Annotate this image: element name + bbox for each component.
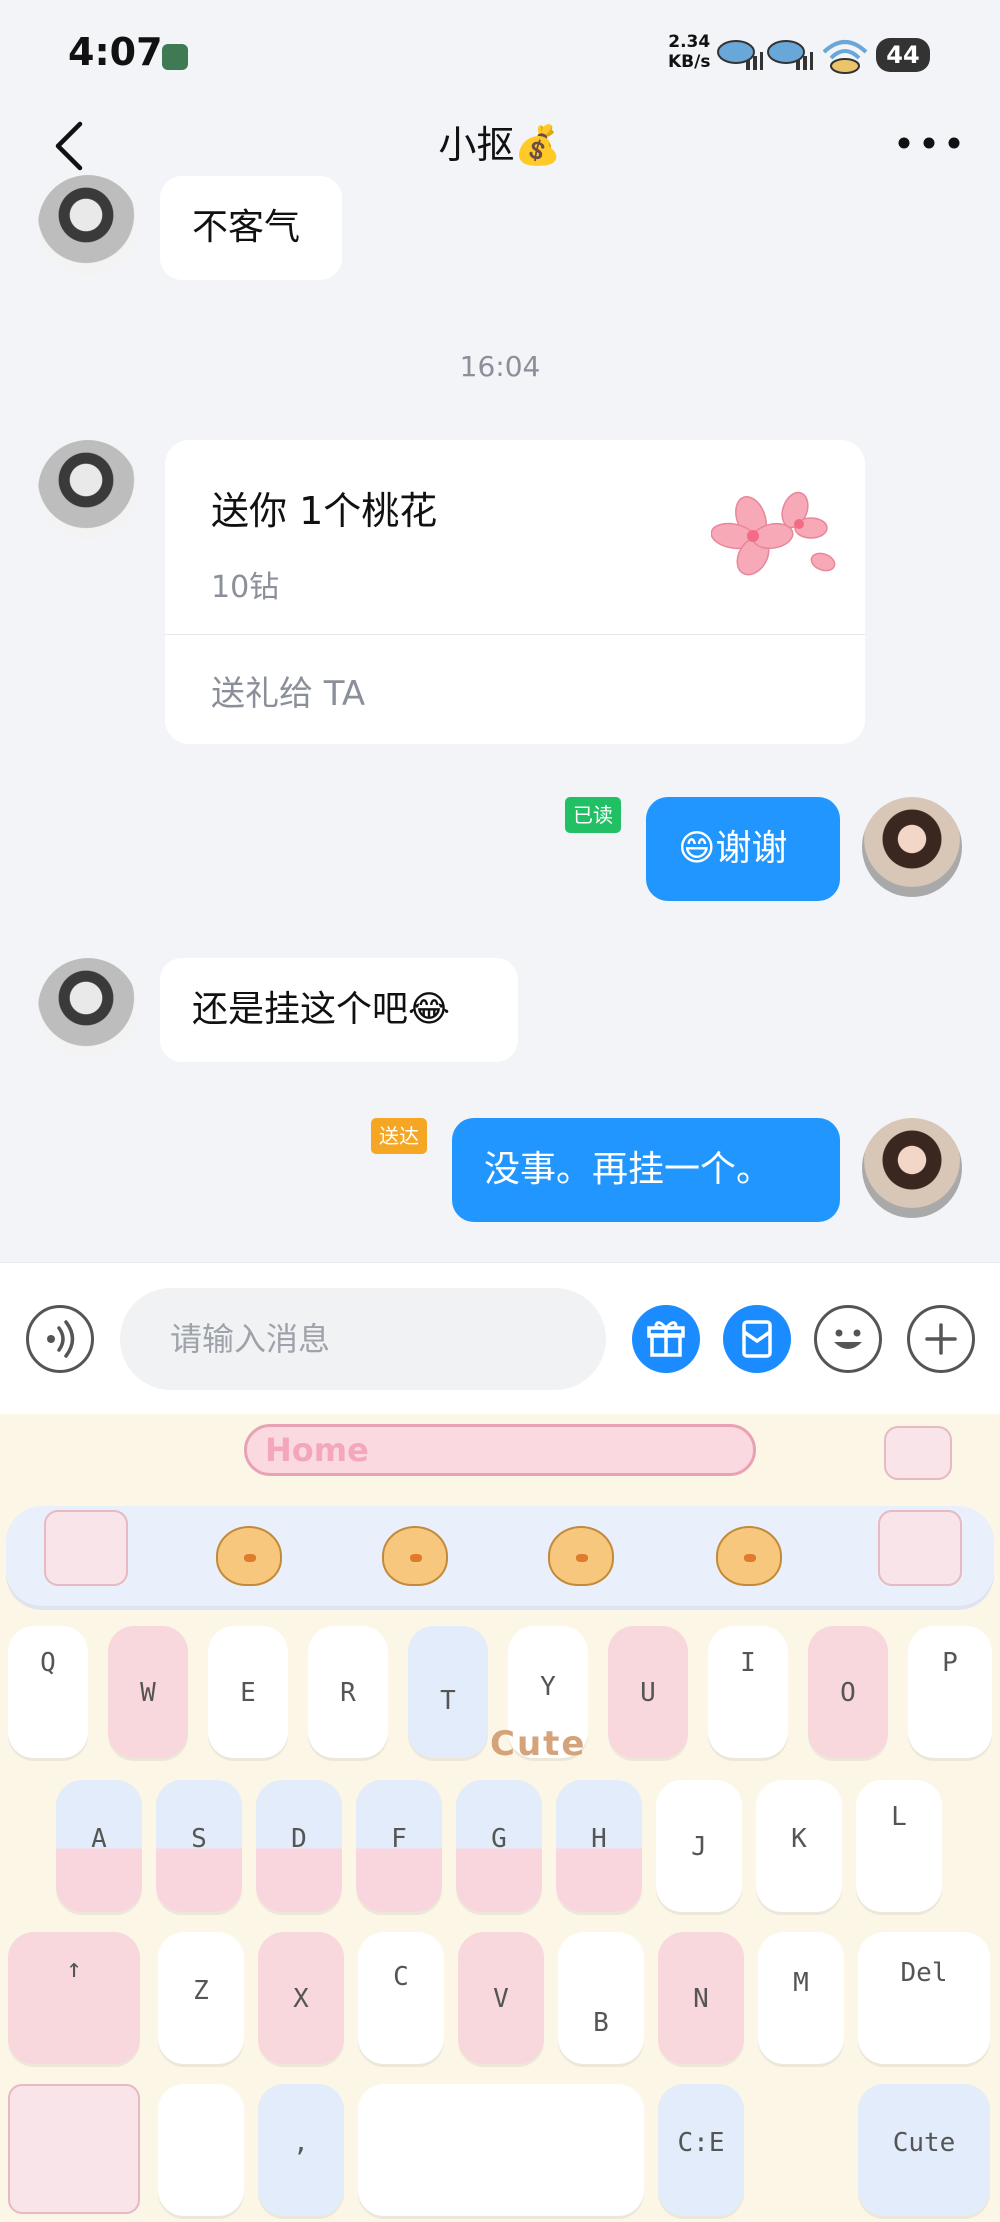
key-o[interactable]: O	[808, 1626, 888, 1758]
key-d[interactable]: D	[256, 1780, 342, 1912]
gift-card[interactable]: 送你 1个桃花 10钻 送礼给 TA	[165, 440, 865, 744]
key-j[interactable]: J	[656, 1780, 742, 1912]
key-t[interactable]: T	[408, 1626, 488, 1758]
key-z[interactable]: Z	[158, 1932, 244, 2064]
key-h[interactable]: H	[556, 1780, 642, 1912]
gift-price: 10钻	[211, 570, 280, 605]
chat-header: 小抠💰	[0, 100, 1000, 190]
key-n[interactable]: N	[658, 1932, 744, 2064]
comma-key[interactable]: ,	[258, 2084, 344, 2216]
key-k[interactable]: K	[756, 1780, 842, 1912]
send-gift-link[interactable]: 送礼给 TA	[211, 666, 365, 715]
peach-blossom-icon	[711, 491, 836, 576]
key-i[interactable]: I	[708, 1626, 788, 1758]
key-q[interactable]: Q	[8, 1626, 88, 1758]
message-bubble[interactable]: 不客气	[160, 176, 342, 280]
key-m[interactable]: M	[758, 1932, 844, 2064]
chick-icon[interactable]	[382, 1526, 448, 1586]
delete-key[interactable]: Del	[858, 1932, 990, 2064]
key-r[interactable]: R	[308, 1626, 388, 1758]
enter-key[interactable]: Cute	[858, 2084, 990, 2216]
noodle-sticker-icon[interactable]	[884, 1426, 952, 1480]
shift-key[interactable]: ↑	[8, 1932, 140, 2064]
cute-text: Cute	[490, 1724, 587, 1764]
voice-waves-icon	[47, 1320, 75, 1358]
key-s[interactable]: S	[156, 1780, 242, 1912]
bunny-sticker-icon[interactable]	[878, 1510, 962, 1586]
input-bar	[0, 1262, 1000, 1414]
signal-icon	[767, 40, 813, 70]
key-p[interactable]: P	[908, 1626, 992, 1758]
my-avatar[interactable]	[862, 1118, 962, 1218]
keyboard-toolbar	[6, 1506, 994, 1606]
voice-icon[interactable]	[26, 1305, 94, 1373]
contact-avatar[interactable]	[38, 175, 138, 275]
key-g[interactable]: G	[456, 1780, 542, 1912]
delivered-status-badge: 送达	[371, 1118, 427, 1154]
key-f[interactable]: F	[356, 1780, 442, 1912]
noodle-cup-icon[interactable]	[8, 2084, 140, 2214]
keyboard-home-banner[interactable]: Home	[244, 1424, 756, 1476]
network-speed-value: 2.34	[668, 32, 711, 52]
my-avatar[interactable]	[862, 797, 962, 897]
gift-icon[interactable]	[632, 1305, 700, 1373]
signal-icon	[717, 40, 763, 70]
key-l[interactable]: L	[856, 1780, 942, 1912]
emoji-icon[interactable]	[814, 1305, 882, 1373]
key-a[interactable]: A	[56, 1780, 142, 1912]
chat-title: 小抠💰	[438, 123, 562, 167]
bunny-sticker-icon[interactable]	[44, 1510, 128, 1586]
key-e[interactable]: E	[208, 1626, 288, 1758]
key-w[interactable]: W	[108, 1626, 188, 1758]
contact-avatar[interactable]	[38, 958, 138, 1058]
more-dots-icon[interactable]	[896, 128, 962, 158]
message-bubble[interactable]: 还是挂这个吧😂	[160, 958, 518, 1062]
key-x[interactable]: X	[258, 1932, 344, 2064]
gift-title: 送你 1个桃花	[211, 489, 438, 533]
divider	[165, 634, 865, 635]
battery-icon: 44	[876, 38, 930, 72]
keyboard: Home Q W E R T Y U I O P Cute A S D F G …	[0, 1414, 1000, 2222]
key-c[interactable]: C	[358, 1932, 444, 2064]
wifi-icon	[822, 40, 868, 74]
chick-icon[interactable]	[548, 1526, 614, 1586]
plus-icon[interactable]	[907, 1305, 975, 1373]
message-input[interactable]	[120, 1288, 606, 1390]
contact-avatar[interactable]	[38, 440, 138, 540]
status-time: 4:07	[68, 30, 163, 74]
space-key[interactable]	[358, 2084, 644, 2216]
language-switch-key[interactable]: C:E	[658, 2084, 744, 2216]
chick-key[interactable]	[158, 2084, 244, 2216]
keyboard-banner-text: Home	[265, 1431, 369, 1469]
app-notification-icon	[162, 44, 188, 70]
chick-icon[interactable]	[216, 1526, 282, 1586]
message-bubble[interactable]: 没事。再挂一个。	[452, 1118, 840, 1222]
read-status-badge: 已读	[565, 797, 621, 833]
key-v[interactable]: V	[458, 1932, 544, 2064]
chick-icon[interactable]	[716, 1526, 782, 1586]
status-bar: 4:07 2.34 KB/s 44	[0, 0, 1000, 100]
network-speed-unit: KB/s	[668, 52, 711, 72]
key-b[interactable]: B	[558, 1932, 644, 2064]
message-timestamp: 16:04	[459, 350, 541, 383]
network-speed: 2.34 KB/s	[668, 32, 710, 72]
message-bubble[interactable]: 😄谢谢	[646, 797, 840, 901]
red-packet-icon[interactable]	[723, 1305, 791, 1373]
key-u[interactable]: U	[608, 1626, 688, 1758]
